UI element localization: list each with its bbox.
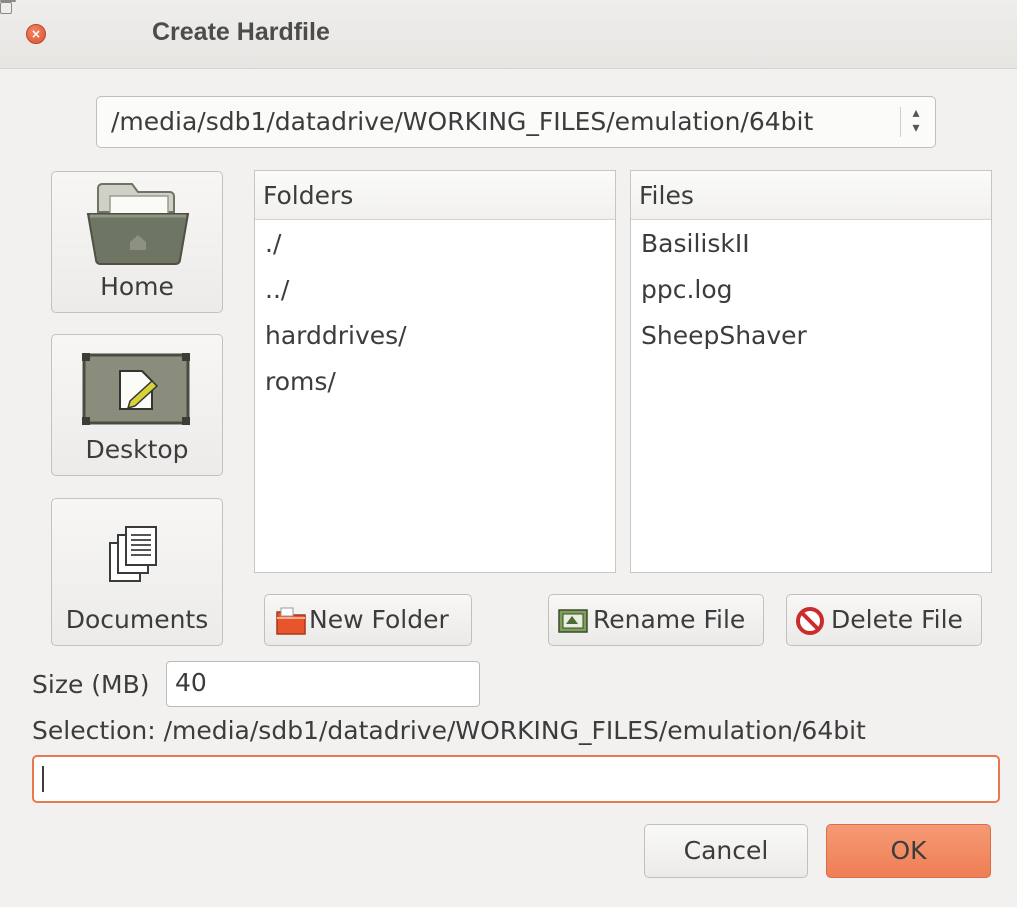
folder-item[interactable]: ../ [255,266,615,312]
size-input[interactable]: 40 [166,661,480,707]
home-folder-icon [86,183,190,265]
path-combo[interactable]: /media/sdb1/datadrive/WORKING_FILES/emul… [96,96,936,148]
files-header[interactable]: Files [631,171,991,220]
ok-button[interactable]: OK [826,824,991,878]
documents-icon [109,526,157,582]
file-item[interactable]: SheepShaver [631,312,991,358]
delete-file-button[interactable]: Delete File [786,594,982,646]
combo-separator [900,107,901,137]
rename-file-icon [558,609,588,633]
path-combo-value: /media/sdb1/datadrive/WORKING_FILES/emul… [111,107,814,136]
place-home-button[interactable]: Home [51,171,223,313]
folders-list[interactable]: Folders ./ ../ harddrives/ roms/ [254,170,616,573]
delete-file-label: Delete File [831,605,963,634]
folder-item[interactable]: harddrives/ [255,312,615,358]
folder-item[interactable]: ./ [255,220,615,266]
selection-label: Selection: /media/sdb1/datadrive/WORKING… [32,716,866,745]
rename-file-label: Rename File [593,605,746,634]
desktop-icon [82,353,190,425]
selection-input[interactable] [32,755,1000,803]
place-documents-label: Documents [65,605,209,634]
folder-item[interactable]: roms/ [255,358,615,404]
place-documents-button[interactable]: Documents [51,498,223,646]
place-home-label: Home [100,272,174,301]
text-caret [42,766,44,792]
size-label: Size (MB) [32,670,150,699]
file-item[interactable]: BasiliskII [631,220,991,266]
new-folder-label: New Folder [309,605,449,634]
window-title: Create Hardfile [152,18,330,46]
folders-header[interactable]: Folders [255,171,615,220]
delete-icon [796,607,824,635]
rename-file-button[interactable]: Rename File [548,594,764,646]
title-bar: × Create Hardfile [0,0,1017,69]
files-list[interactable]: Files BasiliskII ppc.log SheepShaver [630,170,992,573]
place-desktop-label: Desktop [85,435,189,464]
new-folder-icon [276,607,306,635]
file-item[interactable]: ppc.log [631,266,991,312]
place-desktop-button[interactable]: Desktop [51,334,223,476]
new-folder-button[interactable]: New Folder [264,594,472,646]
cancel-button[interactable]: Cancel [644,824,808,878]
close-window-button[interactable]: × [26,24,46,44]
combo-arrows-icon[interactable]: ▴ ▾ [909,106,923,136]
maximize-window-button[interactable] [0,2,12,14]
